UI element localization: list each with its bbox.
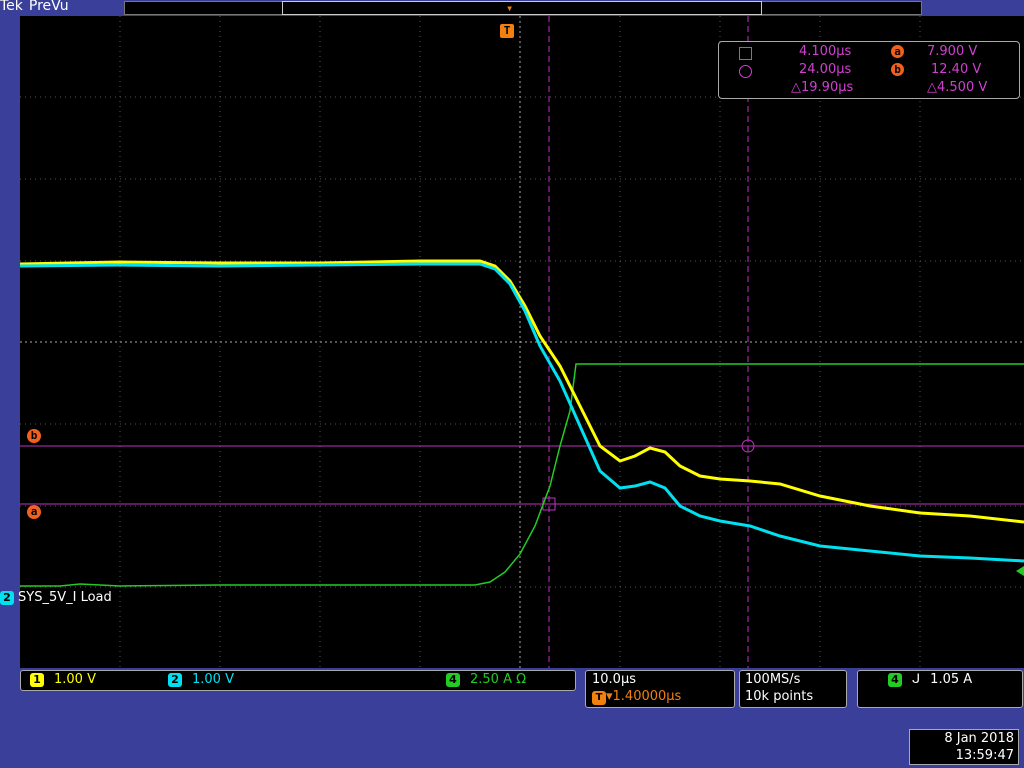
ch4-number: 4: [446, 672, 460, 687]
ch1-waveform: [20, 259, 1024, 524]
rising-edge-icon: ᒍ: [912, 672, 921, 687]
waveform-label-text: SYS_5V_I Load: [18, 590, 112, 605]
cursor-b-circle-icon: [739, 65, 752, 78]
cursor-delta-time: △19.90µs: [791, 80, 854, 95]
trigger-position-readout: T ▾1.40000µs: [592, 689, 681, 705]
ch4-scale[interactable]: 4 2.50 A Ω: [446, 672, 526, 687]
time-text: 13:59:47: [955, 748, 1014, 763]
channel-2-marker-icon[interactable]: 2: [0, 590, 14, 605]
cursor1-time: 4.100µs: [799, 44, 852, 59]
acq-mode: PreVu: [28, 0, 69, 14]
ch1-number: 1: [30, 672, 44, 687]
record-view-window[interactable]: [282, 1, 762, 15]
ch2-number: 2: [168, 672, 182, 687]
ch4-offset-arrow: [1016, 566, 1024, 576]
cursor-b-badge: b: [891, 63, 904, 76]
cursor-a-value: 7.900 V: [927, 44, 978, 59]
trigger-t-icon: T: [592, 691, 606, 705]
cursor-b-level-marker[interactable]: b: [27, 429, 41, 443]
ch4-scale-value: 2.50 A Ω: [470, 672, 527, 687]
ch1-scale[interactable]: 1 1.00 V: [30, 672, 96, 687]
center-axes: [20, 16, 1024, 668]
waveform-label: 2 SYS_5V_I Load: [0, 590, 112, 605]
sample-rate: 100MS/s: [745, 672, 801, 687]
trigger-level: 1.05 A: [930, 672, 973, 687]
ch2-scale-value: 1.00 V: [192, 672, 234, 687]
graticule-and-waveforms: [20, 16, 1024, 668]
ch2-waveform: [20, 262, 1024, 563]
cursor2-time: 24.00µs: [799, 62, 852, 77]
date-text: 8 Jan 2018: [944, 731, 1014, 746]
record-length: 10k points: [745, 689, 814, 704]
ch2-scale[interactable]: 2 1.00 V: [168, 672, 234, 687]
timebase-scale: 10.0µs: [592, 672, 636, 687]
cursor-a-level-marker[interactable]: a: [27, 505, 41, 519]
top-status-bar: Tek PreVu ▾: [0, 0, 1024, 16]
trigger-position-top-icon: ▾: [506, 1, 514, 15]
trigger-source: 4: [888, 672, 902, 687]
trigger-position-value: ▾1.40000µs: [606, 689, 682, 704]
datetime-display: 8 Jan 2018 13:59:47: [909, 729, 1019, 765]
cursor-b-value: 12.40 V: [931, 62, 982, 77]
cursor-a-badge: a: [891, 45, 904, 58]
cursor-readout-panel: 4.100µs a 7.900 V 24.00µs b 12.40 V △19.…: [718, 41, 1020, 99]
brand-name: Tek: [0, 0, 23, 14]
trigger-position-icon[interactable]: T: [500, 24, 514, 38]
trigger-readout: 4 ᒍ 1.05 A: [888, 672, 972, 687]
cursor-delta-value: △4.500 V: [927, 80, 988, 95]
cursor-a-square-icon: [739, 47, 752, 60]
waveform-display[interactable]: [20, 16, 1024, 668]
brand-label: Tek PreVu: [0, 0, 69, 14]
ch1-scale-value: 1.00 V: [54, 672, 96, 687]
